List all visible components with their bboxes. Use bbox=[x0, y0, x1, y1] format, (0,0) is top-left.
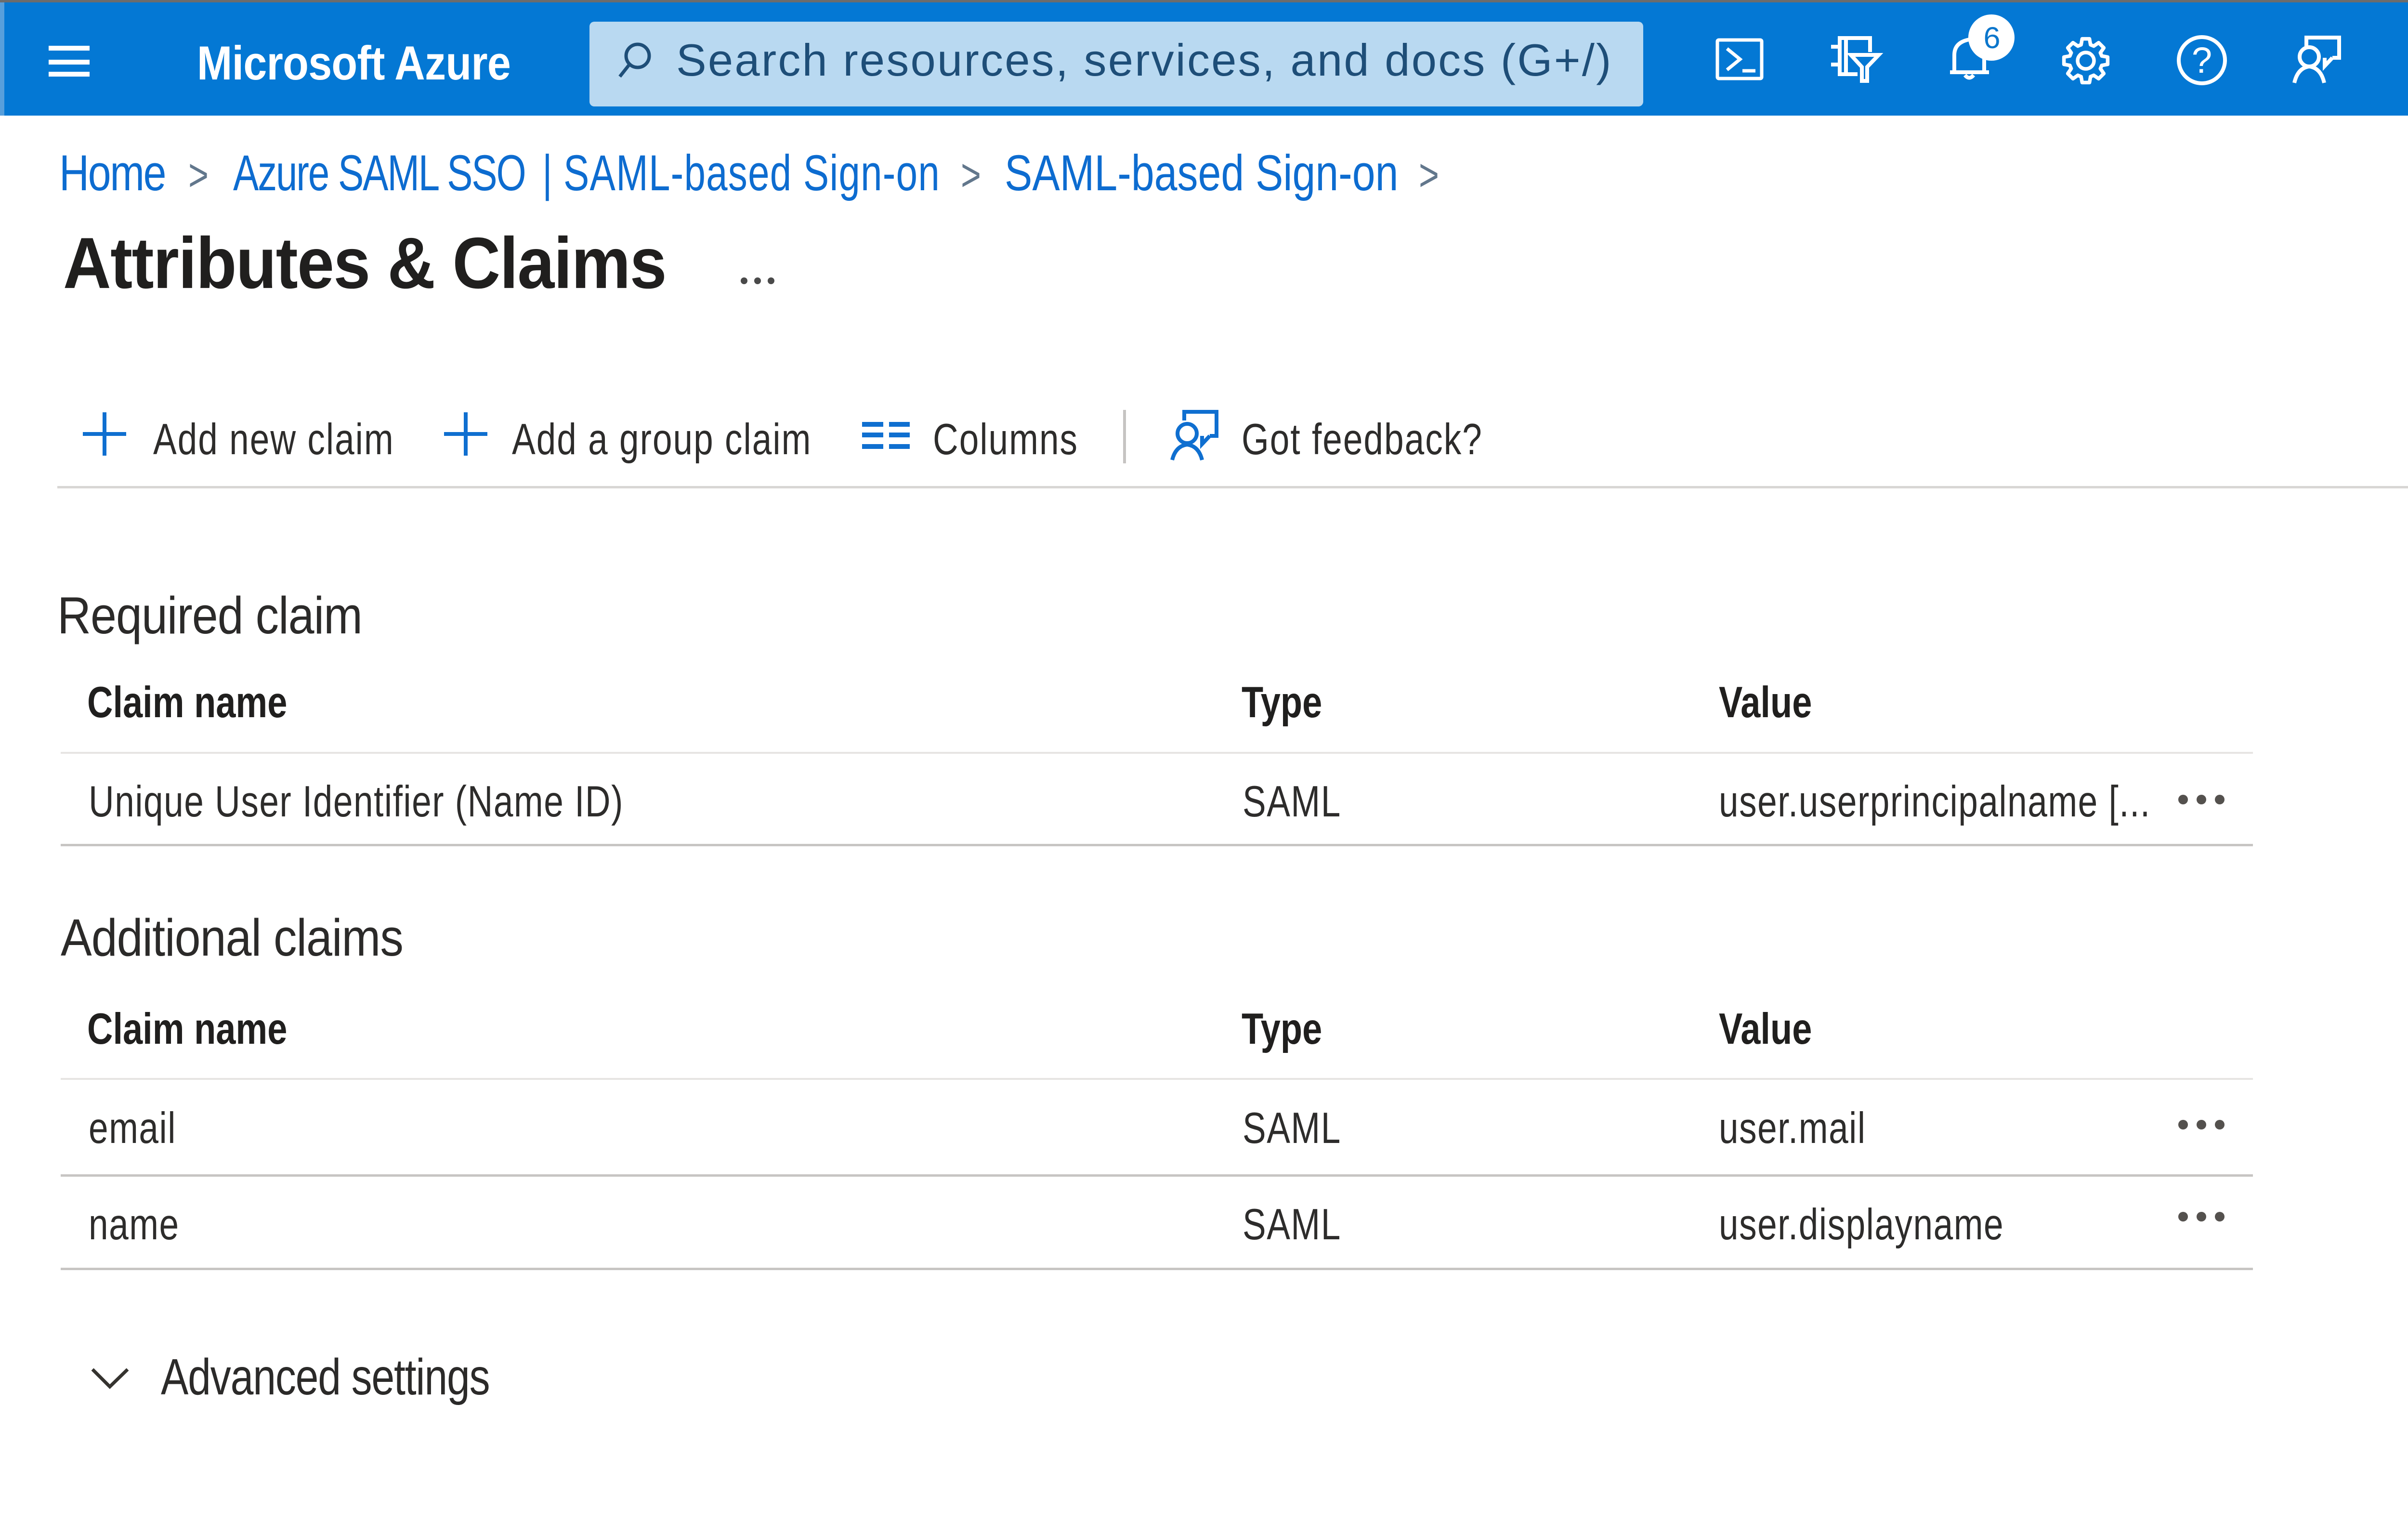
svg-text:6: 6 bbox=[1983, 21, 2000, 55]
svg-text:?: ? bbox=[2192, 40, 2212, 81]
